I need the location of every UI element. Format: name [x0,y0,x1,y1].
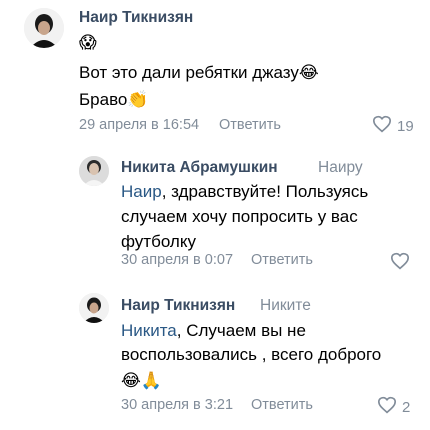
heart-icon [390,252,410,274]
comment-author[interactable]: Наир Тикнизян [79,9,193,27]
reply-to-link[interactable]: Никите [260,297,311,315]
like-button[interactable] [390,252,415,274]
mention-link[interactable]: Никита [121,321,177,340]
comment-text-line: Наир, здравствуйте! Пользуясь [121,180,368,204]
comment-text-line: футболку [121,232,196,251]
avatar[interactable] [79,156,109,186]
reply-button[interactable]: Ответить [251,397,313,413]
comment-text: , Случаем вы не [176,321,306,340]
like-count: 2 [402,398,411,416]
comment-date[interactable]: 30 апреля в 3:21 [121,397,233,413]
avatar[interactable] [24,8,64,48]
like-button[interactable]: 19 [372,115,414,137]
comment-author[interactable]: Никита Абрамушкин [121,159,278,177]
comment-text-line: Вот это дали ребятки джазу😂 [79,63,319,82]
comment-emoji-line: 😱 [79,33,97,52]
comment-text-line: Браво👏 [79,90,149,109]
like-button[interactable]: 2 [377,396,410,418]
mention-link[interactable]: Наир [121,182,162,201]
comment-date[interactable]: 30 апреля в 0:07 [121,252,233,268]
comment-text-line: 😂🙏 [121,371,163,390]
comment-text-line: Никита, Случаем вы не [121,319,306,343]
comment-text-line: случаем хочу попросить у вас [121,207,358,226]
reply-button[interactable]: Ответить [251,252,313,268]
comment-text-line: воспользовались , всего доброго [121,345,382,364]
comment-date[interactable]: 29 апреля в 16:54 [79,117,199,133]
avatar[interactable] [79,293,109,323]
comment-author[interactable]: Наир Тикнизян [121,297,235,315]
like-count: 19 [397,117,414,135]
heart-icon [372,115,392,137]
reply-to-link[interactable]: Наиру [318,159,363,177]
reply-button[interactable]: Ответить [219,117,281,133]
comment-text: , здравствуйте! Пользуясь [161,182,369,201]
heart-icon [377,396,397,418]
